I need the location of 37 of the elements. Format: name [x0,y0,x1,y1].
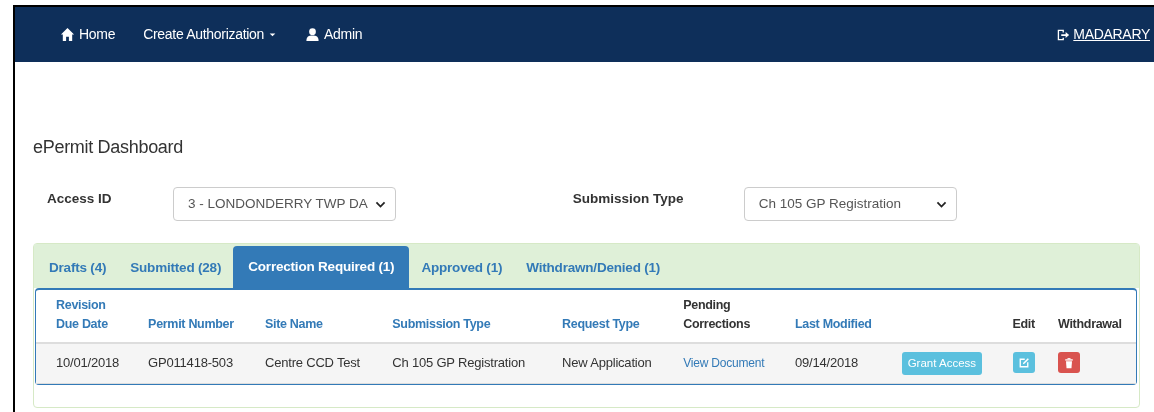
column-header: Pending Corrections [683,297,751,333]
table-cell-text: 10/01/2018 [56,355,120,371]
tab[interactable]: Withdrawn/Denied (1) [514,247,673,288]
table-cell-text: 09/14/2018 [795,355,859,371]
sortable-column-header[interactable]: Request Type [562,314,640,334]
page-title: ePermit Dashboard [33,136,184,159]
trash-icon [1063,356,1076,369]
sortable-column-header[interactable]: Last Modified [795,314,872,334]
filter-select[interactable]: 3 - LONDONDERRY TWP DA [173,187,396,221]
edit-button[interactable] [1012,352,1035,374]
table-cell-text: GP011418-503 [148,355,233,371]
table-cell-text: Ch 105 GP Registration [392,355,525,371]
filter-label: Submission Type [572,190,685,208]
nav-link[interactable]: Home [60,24,116,45]
sortable-column-header[interactable]: Revision Due Date [56,296,108,334]
home-icon [60,27,75,42]
column-header: Edit [1012,315,1035,333]
sortable-column-header[interactable]: Site Name [264,314,323,334]
delete-button[interactable] [1058,352,1081,374]
tab[interactable]: Drafts (4) [37,247,119,288]
nav-link[interactable]: Admin [305,24,363,45]
column-header: Withdrawal [1058,315,1122,333]
sortable-column-header[interactable]: Submission Type [392,314,491,334]
tab[interactable]: Correction Required (1) [233,245,410,288]
table-cell-text: New Application [562,355,652,371]
tab[interactable]: Submitted (28) [118,247,234,288]
tab[interactable]: Approved (1) [409,247,515,288]
sortable-column-header[interactable]: Permit Number [148,314,234,334]
user-icon [305,27,320,42]
filter-label: Access ID [47,190,113,208]
edit-icon [1017,356,1030,369]
nav-link[interactable]: Create Authorization [143,24,277,45]
table-cell-text: Centre CCD Test [264,355,360,371]
caret-icon [268,30,277,39]
logout-icon [1056,27,1071,42]
user-link[interactable]: MADARARY [1056,24,1150,45]
filter-select[interactable]: Ch 105 GP Registration [743,187,957,221]
